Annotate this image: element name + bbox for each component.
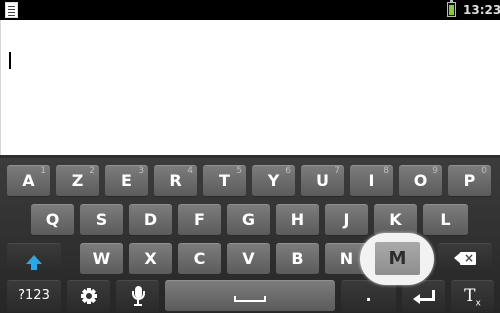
key-w[interactable]: W <box>80 243 123 275</box>
text-input-area[interactable] <box>0 20 500 158</box>
text-format-icon: Tx <box>464 286 481 309</box>
shift-key[interactable] <box>7 243 61 275</box>
key-i-hint: 8 <box>383 166 389 176</box>
key-a-hint: 1 <box>40 166 46 176</box>
key-c[interactable]: C <box>178 243 221 275</box>
key-q[interactable]: Q <box>31 204 74 236</box>
key-u-label: U <box>316 171 329 190</box>
key-p[interactable]: 0P <box>448 165 491 197</box>
key-preview-m: M <box>375 242 420 275</box>
key-g[interactable]: G <box>227 204 270 236</box>
enter-icon <box>412 290 435 304</box>
key-e-hint: 3 <box>138 166 144 176</box>
settings-key[interactable] <box>67 280 110 312</box>
key-o-label: O <box>413 171 428 190</box>
key-o[interactable]: 9O <box>399 165 442 197</box>
text-cursor <box>9 52 11 69</box>
backspace-icon: × <box>454 251 476 265</box>
key-z[interactable]: 2Z <box>56 165 99 197</box>
key-i-label: I <box>368 171 375 190</box>
key-a[interactable]: 1A <box>7 165 50 197</box>
space-bar-icon <box>234 296 266 302</box>
key-b[interactable]: B <box>276 243 319 275</box>
key-r[interactable]: 4R <box>154 165 197 197</box>
key-h[interactable]: H <box>276 204 319 236</box>
backspace-key[interactable]: × <box>438 243 492 275</box>
key-k[interactable]: K <box>374 204 417 236</box>
key-u-hint: 7 <box>334 166 340 176</box>
key-p-hint: 0 <box>481 166 487 176</box>
key-r-hint: 4 <box>187 166 193 176</box>
key-z-hint: 2 <box>89 166 95 176</box>
text-format-key[interactable]: Tx <box>451 280 494 312</box>
key-d[interactable]: D <box>129 204 172 236</box>
key-e[interactable]: 3E <box>105 165 148 197</box>
key-p-label: P <box>463 171 476 190</box>
status-clock: 13:23 <box>463 3 500 17</box>
key-y-hint: 6 <box>285 166 291 176</box>
gear-icon <box>80 288 97 304</box>
key-t[interactable]: 5T <box>203 165 246 197</box>
voice-input-key[interactable] <box>116 280 159 312</box>
key-e-label: E <box>121 171 132 190</box>
key-z-label: Z <box>71 171 84 190</box>
numbers-key[interactable]: ?123 <box>7 280 61 312</box>
key-a-label: A <box>22 171 35 190</box>
soft-keyboard: 1A 2Z 3E 4R 5T 6Y 7U 8I 9O 0P Q S D F G … <box>0 158 500 313</box>
key-t-hint: 5 <box>236 166 242 176</box>
key-y-label: Y <box>267 171 280 190</box>
space-key[interactable] <box>165 280 335 312</box>
shift-icon <box>26 255 42 270</box>
key-s[interactable]: S <box>80 204 123 236</box>
status-bar: 13:23 <box>0 0 500 20</box>
microphone-icon <box>131 286 145 306</box>
key-i[interactable]: 8I <box>350 165 393 197</box>
key-u[interactable]: 7U <box>301 165 344 197</box>
key-f[interactable]: F <box>178 204 221 236</box>
key-o-hint: 9 <box>432 166 438 176</box>
key-j[interactable]: J <box>325 204 368 236</box>
key-r-label: R <box>169 171 182 190</box>
key-x[interactable]: X <box>129 243 172 275</box>
battery-charging-icon <box>447 0 456 17</box>
document-notification-icon <box>5 2 18 18</box>
key-t-label: T <box>219 171 230 190</box>
key-v[interactable]: V <box>227 243 270 275</box>
key-y[interactable]: 6Y <box>252 165 295 197</box>
key-l[interactable]: L <box>423 204 468 236</box>
